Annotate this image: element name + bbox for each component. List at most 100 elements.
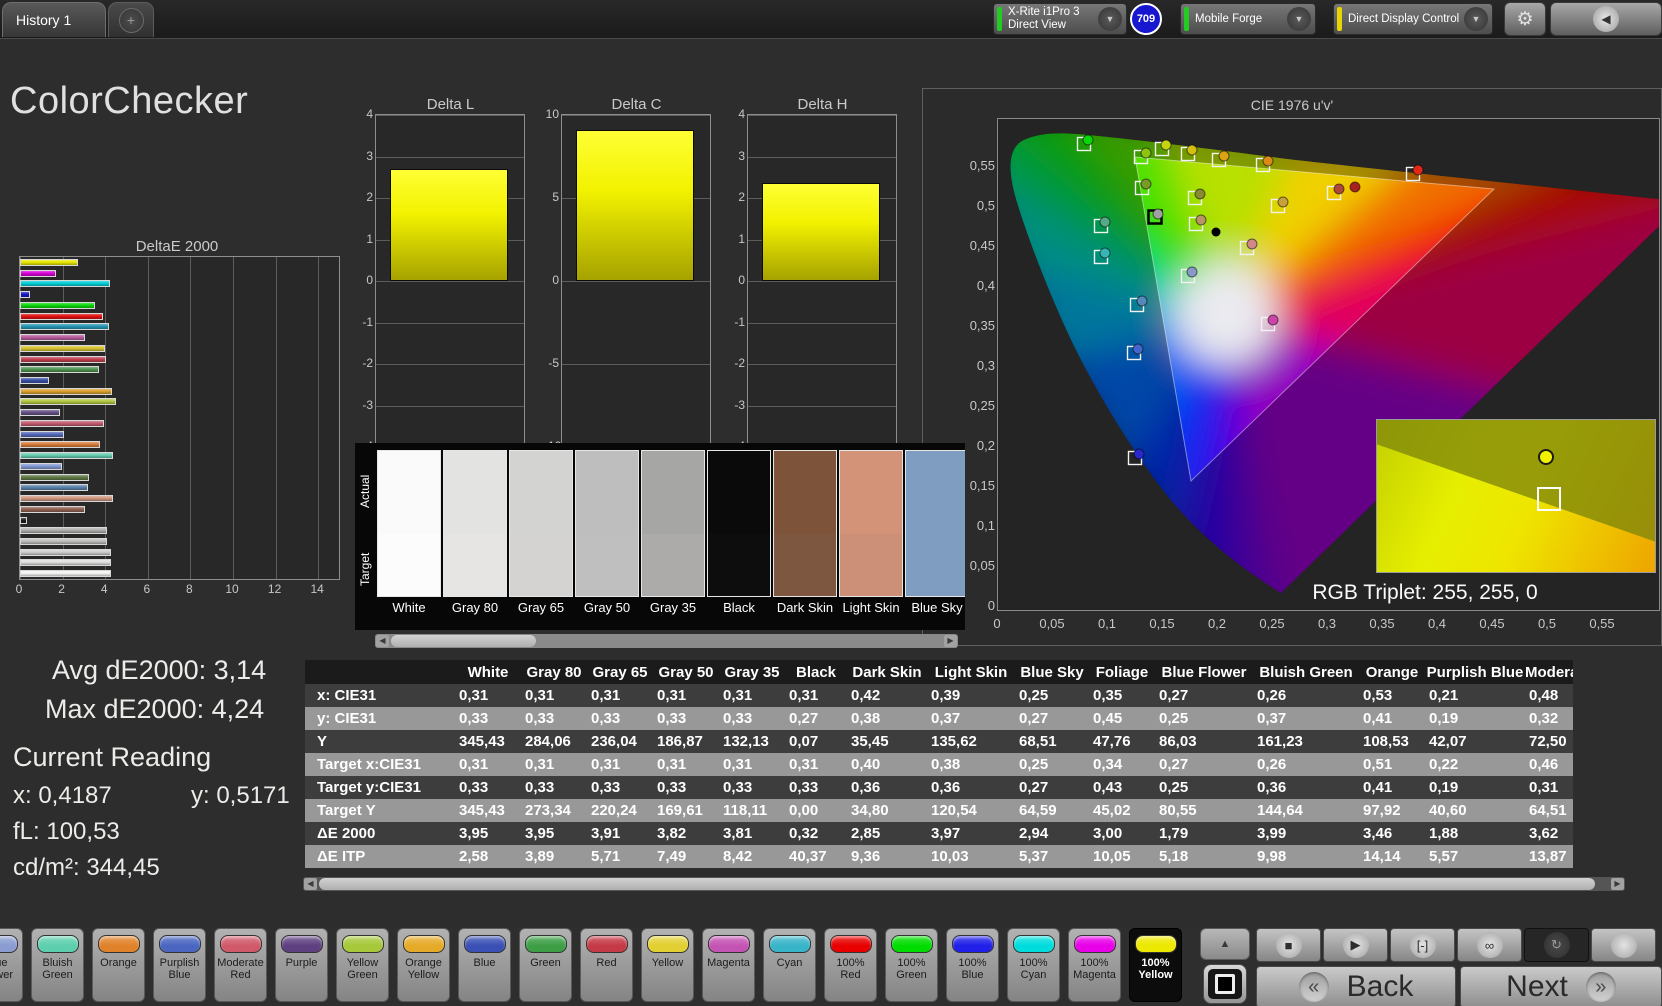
pattern-button-blue[interactable]: Blue bbox=[458, 928, 511, 1002]
cie-panel: CIE 1976 u'v' RGB Triplet: 255, 255, 0 0… bbox=[922, 88, 1662, 646]
y-tick-label: 4 bbox=[738, 107, 745, 121]
pattern-button-orange-yellow[interactable]: Orange Yellow bbox=[397, 928, 450, 1002]
cie-x-tick-label: 0,45 bbox=[1479, 616, 1505, 631]
pattern-button-yellow[interactable]: Yellow bbox=[641, 928, 694, 1002]
gridline bbox=[748, 322, 896, 324]
cie-measured-dot bbox=[1152, 208, 1164, 220]
stop-button[interactable]: ■ bbox=[1256, 928, 1321, 962]
pattern-button-moderate-red[interactable]: Moderate Red bbox=[214, 928, 267, 1002]
table-cell: 0,40 bbox=[851, 756, 881, 773]
workflow-name: Direct Display Control bbox=[1348, 12, 1460, 25]
swatch-scrollbar[interactable]: ◀ ▶ bbox=[375, 634, 958, 648]
cie-measured-dot bbox=[1194, 188, 1206, 200]
column-header: Gray 65 bbox=[592, 663, 648, 681]
table-cell: 3,99 bbox=[1257, 825, 1287, 842]
scroll-left-icon[interactable]: ◀ bbox=[376, 635, 389, 647]
deltae-bar-100-blue bbox=[20, 291, 30, 299]
cie-title: CIE 1976 u'v' bbox=[1250, 97, 1334, 113]
table-cell: 35,45 bbox=[851, 733, 889, 750]
next-button[interactable]: Next » bbox=[1460, 966, 1662, 1006]
gridline bbox=[748, 115, 896, 116]
swatch-dark-skin: Dark Skin bbox=[773, 450, 837, 615]
pattern-label: Yellow Green bbox=[346, 957, 379, 981]
y-tick-label: 0 bbox=[552, 273, 559, 287]
play-button[interactable]: ▶ bbox=[1323, 928, 1388, 962]
table-scroll-thumb[interactable] bbox=[319, 878, 1595, 890]
table-cell: 0,33 bbox=[459, 710, 489, 727]
deltae-bar-gray-65 bbox=[20, 548, 111, 556]
settings-button[interactable]: ⚙ bbox=[1504, 2, 1546, 36]
expand-patterns-button[interactable]: ▲ bbox=[1200, 928, 1250, 960]
table-cell: 0,45 bbox=[1093, 710, 1123, 727]
pattern-button-100-green[interactable]: 100% Green bbox=[885, 928, 938, 1002]
table-cell: 3,97 bbox=[931, 825, 961, 842]
rec709-badge[interactable]: 709 bbox=[1130, 3, 1162, 35]
table-cell: 0,37 bbox=[931, 710, 961, 727]
deltae-bar-100-green bbox=[20, 301, 95, 309]
cie-measured-dot bbox=[1133, 448, 1145, 460]
pattern-button-purplish-blue[interactable]: Purplish Blue bbox=[153, 928, 206, 1002]
pattern-window-button[interactable] bbox=[1203, 964, 1247, 1004]
meter-dropdown[interactable]: X-Rite i1Pro 3 Direct View ▼ bbox=[993, 3, 1127, 35]
table-row: Target Y 345,43 273,34 220,24 169,61 118,11 0,… bbox=[305, 799, 1573, 822]
table-cell: 10,03 bbox=[931, 848, 969, 865]
chevron-down-icon[interactable]: ▼ bbox=[1287, 7, 1311, 31]
table-cell: 135,62 bbox=[931, 733, 977, 750]
pattern-button-100-blue[interactable]: 100% Blue bbox=[946, 928, 999, 1002]
pattern-button-orange[interactable]: Orange bbox=[92, 928, 145, 1002]
extra-button[interactable] bbox=[1591, 928, 1656, 962]
deltae2000-chart-title: DeltaE 2000 bbox=[135, 238, 219, 255]
pattern-button-cyan[interactable]: Cyan bbox=[763, 928, 816, 1002]
deltae-bar-gray-35 bbox=[20, 527, 108, 535]
scroll-left-icon[interactable]: ◀ bbox=[304, 878, 317, 890]
table-row: Target x:CIE31 0,31 0,31 0,31 0,31 0,31 0,31 0,… bbox=[305, 753, 1573, 776]
pattern-button-magenta[interactable]: Magenta bbox=[702, 928, 755, 1002]
cie-measured-dot bbox=[1333, 183, 1345, 195]
source-dropdown[interactable]: Mobile Forge ▼ bbox=[1180, 3, 1316, 35]
pattern-button-yellow-green[interactable]: Yellow Green bbox=[336, 928, 389, 1002]
table-cell: 0,07 bbox=[789, 733, 819, 750]
table-cell: 14,14 bbox=[1363, 848, 1401, 865]
pattern-label: BlueFlower bbox=[0, 957, 13, 981]
tab-history1[interactable]: History 1 bbox=[2, 2, 106, 37]
gridline bbox=[748, 405, 896, 407]
cie-y-tick-label: 0,4 bbox=[976, 278, 995, 293]
table-cell: 42,07 bbox=[1429, 733, 1467, 750]
scroll-right-icon[interactable]: ▶ bbox=[944, 635, 957, 647]
table-scrollbar[interactable]: ◀ ▶ bbox=[303, 877, 1625, 891]
reading-cdm2: cd/m²: 344,45 bbox=[13, 854, 160, 881]
pattern-button-green[interactable]: Green bbox=[519, 928, 572, 1002]
row-label: Target Y bbox=[317, 802, 376, 819]
pattern-button-purple[interactable]: Purple bbox=[275, 928, 328, 1002]
inset-target-square bbox=[1536, 486, 1561, 511]
pattern-button-red[interactable]: Red bbox=[580, 928, 633, 1002]
chevron-down-icon[interactable]: ▼ bbox=[1464, 7, 1488, 31]
delta-c-plot bbox=[561, 114, 711, 448]
pattern-label: Moderate Red bbox=[217, 957, 264, 981]
swatch-scroll-thumb[interactable] bbox=[391, 635, 536, 647]
pattern-button-100-cyan[interactable]: 100% Cyan bbox=[1007, 928, 1060, 1002]
new-tab-button[interactable]: + bbox=[108, 2, 154, 37]
table-cell: 0,33 bbox=[459, 779, 489, 796]
pattern-button-100-magenta[interactable]: 100% Magenta bbox=[1068, 928, 1121, 1002]
scroll-right-icon[interactable]: ▶ bbox=[1611, 878, 1624, 890]
range-button[interactable]: [-] bbox=[1390, 928, 1455, 962]
pattern-button-bluish-green[interactable]: Bluish Green bbox=[31, 928, 84, 1002]
loop-button[interactable]: ∞ bbox=[1457, 928, 1522, 962]
target-patch bbox=[906, 533, 965, 596]
y-tick-label: -1 bbox=[362, 314, 373, 329]
back-button[interactable]: « Back bbox=[1256, 966, 1456, 1006]
refresh-button[interactable]: ↻ bbox=[1524, 928, 1589, 962]
table-row: x: CIE31 0,31 0,31 0,31 0,31 0,31 0,31 0,42 0,39… bbox=[305, 684, 1573, 707]
workflow-dropdown[interactable]: Direct Display Control ▼ bbox=[1333, 3, 1493, 35]
chevron-down-icon[interactable]: ▼ bbox=[1098, 7, 1122, 31]
gridline bbox=[233, 257, 234, 579]
table-cell: 161,23 bbox=[1257, 733, 1303, 750]
pattern-button-100-red[interactable]: 100% Red bbox=[824, 928, 877, 1002]
collapse-panel-button[interactable]: ◀ bbox=[1550, 2, 1662, 36]
cie-measured-dot bbox=[1082, 134, 1094, 146]
swatch-strip: Actual Target White Gray 80 Gray 65 Gray 50… bbox=[355, 443, 965, 630]
deltae-bar-yellow bbox=[20, 344, 106, 352]
pattern-button-blue-flower[interactable]: BlueFlower bbox=[0, 928, 23, 1002]
pattern-button-100-yellow[interactable]: 100% Yellow bbox=[1129, 928, 1182, 1002]
